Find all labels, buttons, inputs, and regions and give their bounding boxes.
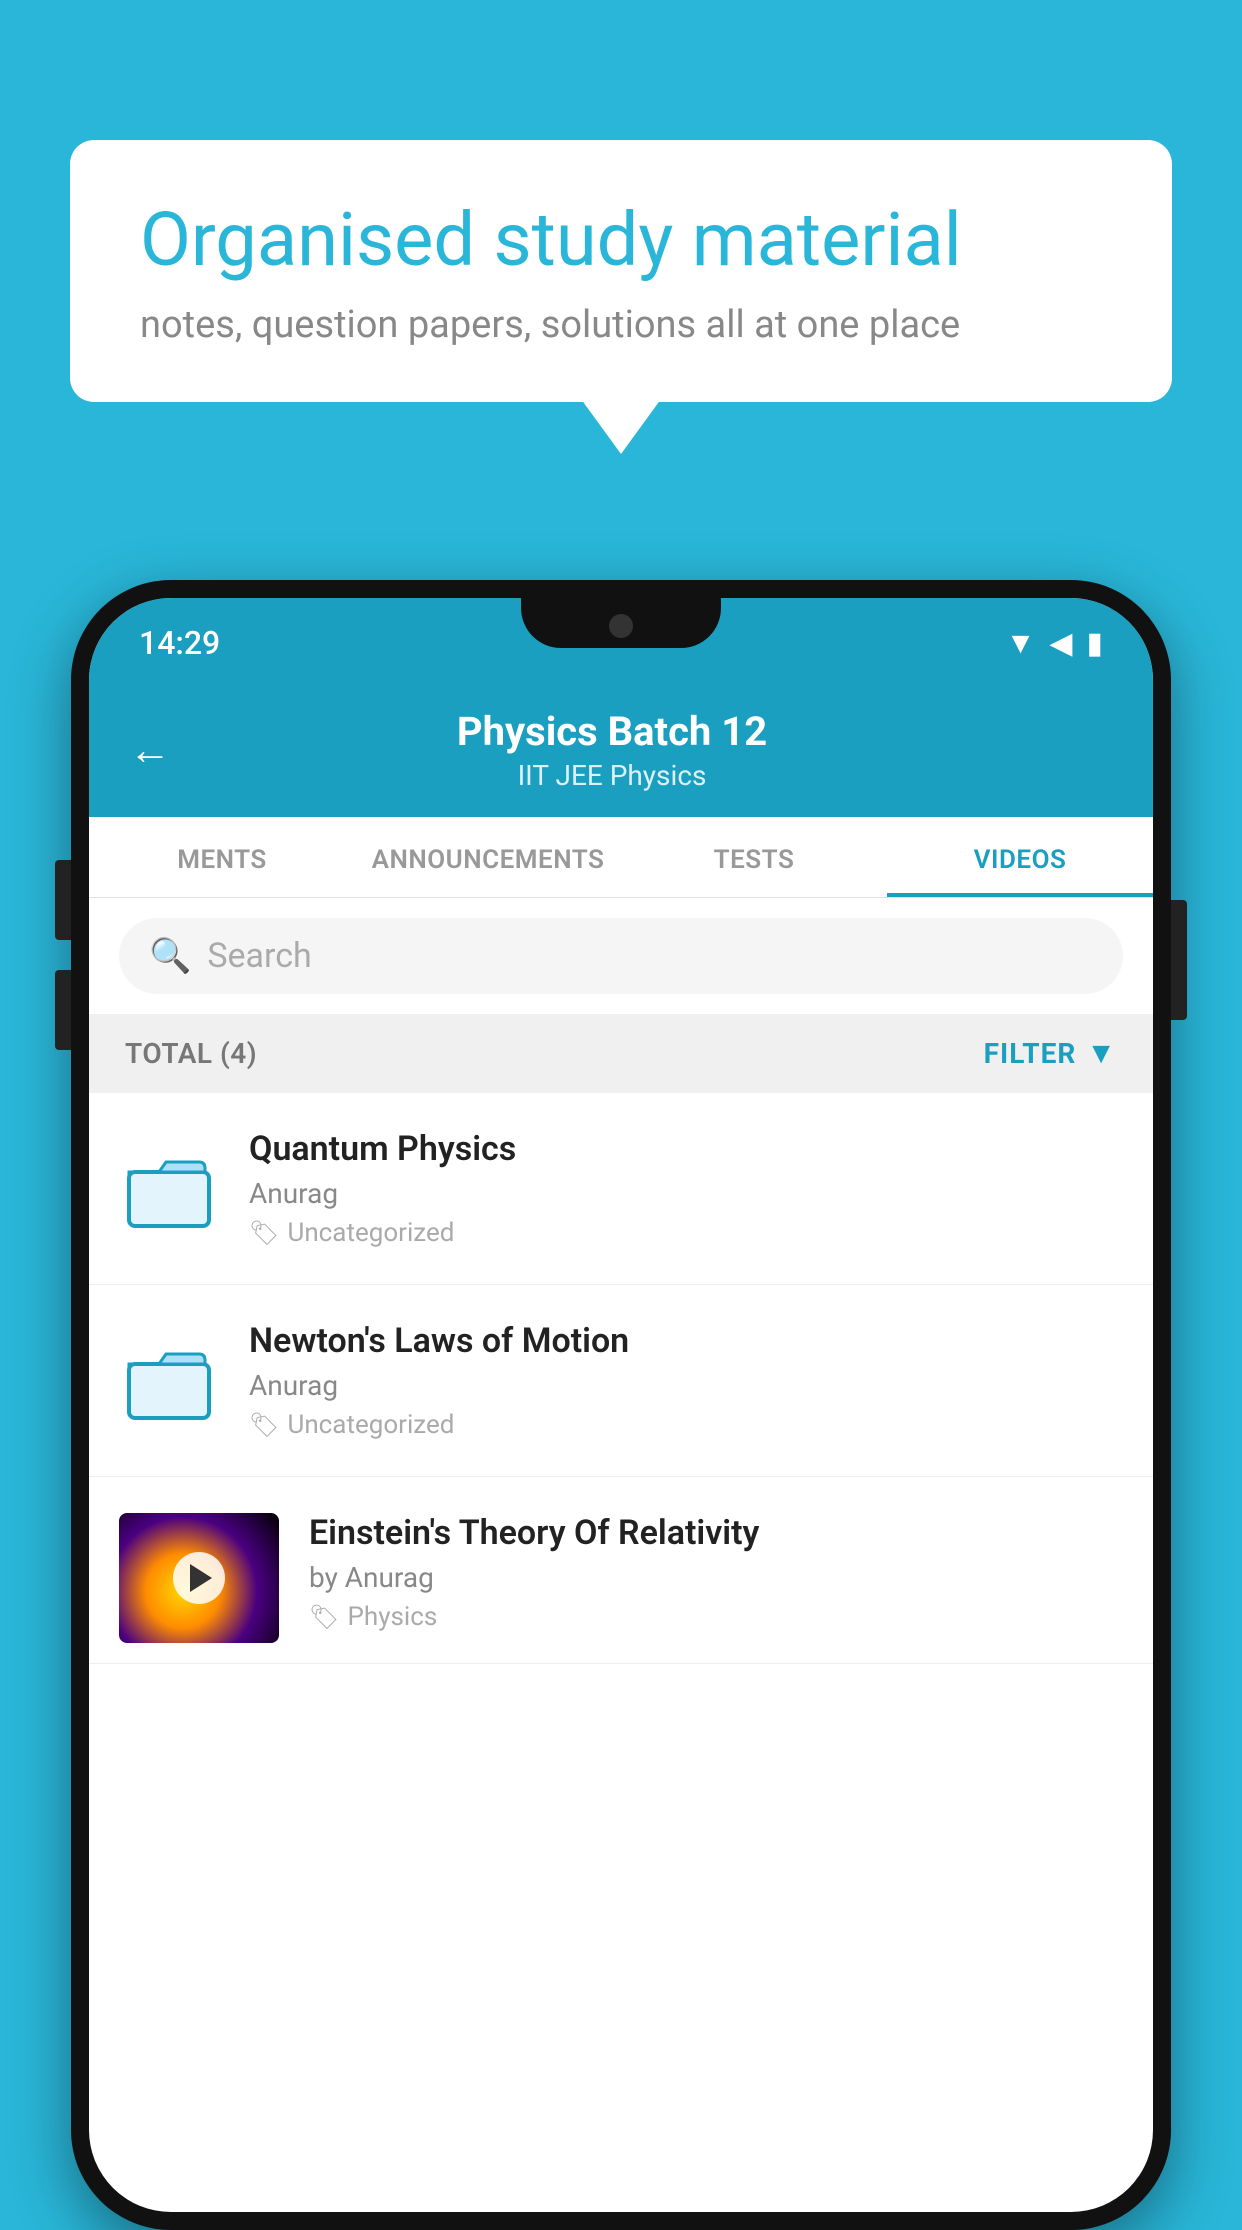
tabs-bar: MENTS ANNOUNCEMENTS TESTS VIDEOS [89, 817, 1153, 898]
header-title-area: Physics Batch 12 IIT JEE Physics [201, 708, 1023, 792]
folder-icon [124, 1336, 214, 1426]
app-header: ← Physics Batch 12 IIT JEE Physics [89, 678, 1153, 817]
folder-icon-container [119, 1139, 219, 1239]
video-list: Quantum Physics Anurag 🏷 Uncategorized [89, 1093, 1153, 1664]
status-time: 14:29 [139, 624, 220, 662]
tab-announcements[interactable]: ANNOUNCEMENTS [355, 817, 621, 897]
video-author: Anurag [249, 1177, 1123, 1210]
list-item[interactable]: Newton's Laws of Motion Anurag 🏷 Uncateg… [89, 1285, 1153, 1477]
video-title: Quantum Physics [249, 1129, 1123, 1169]
bubble-title: Organised study material [140, 200, 1102, 281]
back-button[interactable]: ← [129, 726, 171, 775]
search-icon: 🔍 [149, 936, 191, 976]
phone-screen: 14:29 ▼ ◀ ▮ ← Physics Batch 12 IIT JEE P… [89, 598, 1153, 2212]
play-button[interactable] [173, 1552, 225, 1604]
video-title: Newton's Laws of Motion [249, 1321, 1123, 1361]
wifi-icon: ▼ [1006, 626, 1036, 661]
tab-ments[interactable]: MENTS [89, 817, 355, 897]
tab-tests[interactable]: TESTS [621, 817, 887, 897]
signal-icon: ◀ [1049, 626, 1072, 661]
total-count: TOTAL (4) [125, 1037, 257, 1070]
video-tag: 🏷 Uncategorized [249, 1218, 1123, 1248]
battery-icon: ▮ [1086, 626, 1103, 661]
tag-icon: 🏷 [249, 1219, 279, 1247]
tag-text: Uncategorized [287, 1410, 454, 1440]
video-thumbnail [119, 1513, 279, 1643]
bubble-subtitle: notes, question papers, solutions all at… [140, 303, 1102, 347]
power-button [1171, 900, 1187, 1020]
video-tag: 🏷 Physics [309, 1602, 1123, 1632]
video-info: Quantum Physics Anurag 🏷 Uncategorized [249, 1129, 1123, 1248]
list-item[interactable]: Einstein's Theory Of Relativity by Anura… [89, 1477, 1153, 1664]
search-placeholder: Search [207, 936, 311, 976]
video-author: Anurag [249, 1369, 1123, 1402]
folder-icon-container [119, 1331, 219, 1431]
list-item[interactable]: Quantum Physics Anurag 🏷 Uncategorized [89, 1093, 1153, 1285]
volume-button-2 [55, 970, 71, 1050]
video-info: Einstein's Theory Of Relativity by Anura… [309, 1513, 1123, 1632]
front-camera [609, 614, 633, 638]
tag-icon: 🏷 [249, 1411, 279, 1439]
video-author: by Anurag [309, 1561, 1123, 1594]
filter-icon: ▼ [1086, 1036, 1117, 1071]
tag-icon: 🏷 [309, 1603, 339, 1631]
video-tag: 🏷 Uncategorized [249, 1410, 1123, 1440]
tab-videos[interactable]: VIDEOS [887, 817, 1153, 897]
search-bar-container: 🔍 Search [89, 898, 1153, 1014]
filter-bar: TOTAL (4) FILTER ▼ [89, 1014, 1153, 1093]
status-icons: ▼ ◀ ▮ [1006, 626, 1103, 661]
video-info: Newton's Laws of Motion Anurag 🏷 Uncateg… [249, 1321, 1123, 1440]
phone-outer: 14:29 ▼ ◀ ▮ ← Physics Batch 12 IIT JEE P… [71, 580, 1171, 2230]
header-subtitle: IIT JEE Physics [201, 759, 1023, 792]
tag-text: Uncategorized [287, 1218, 454, 1248]
speech-bubble-container: Organised study material notes, question… [70, 140, 1172, 402]
folder-icon [124, 1144, 214, 1234]
filter-button[interactable]: FILTER ▼ [984, 1036, 1117, 1071]
volume-button [55, 860, 71, 940]
speech-bubble: Organised study material notes, question… [70, 140, 1172, 402]
search-bar[interactable]: 🔍 Search [119, 918, 1123, 994]
phone-frame: 14:29 ▼ ◀ ▮ ← Physics Batch 12 IIT JEE P… [71, 580, 1171, 2230]
video-title: Einstein's Theory Of Relativity [309, 1513, 1123, 1553]
phone-notch [521, 598, 721, 648]
tag-text: Physics [347, 1602, 437, 1632]
header-title: Physics Batch 12 [201, 708, 1023, 755]
play-icon [190, 1564, 212, 1592]
